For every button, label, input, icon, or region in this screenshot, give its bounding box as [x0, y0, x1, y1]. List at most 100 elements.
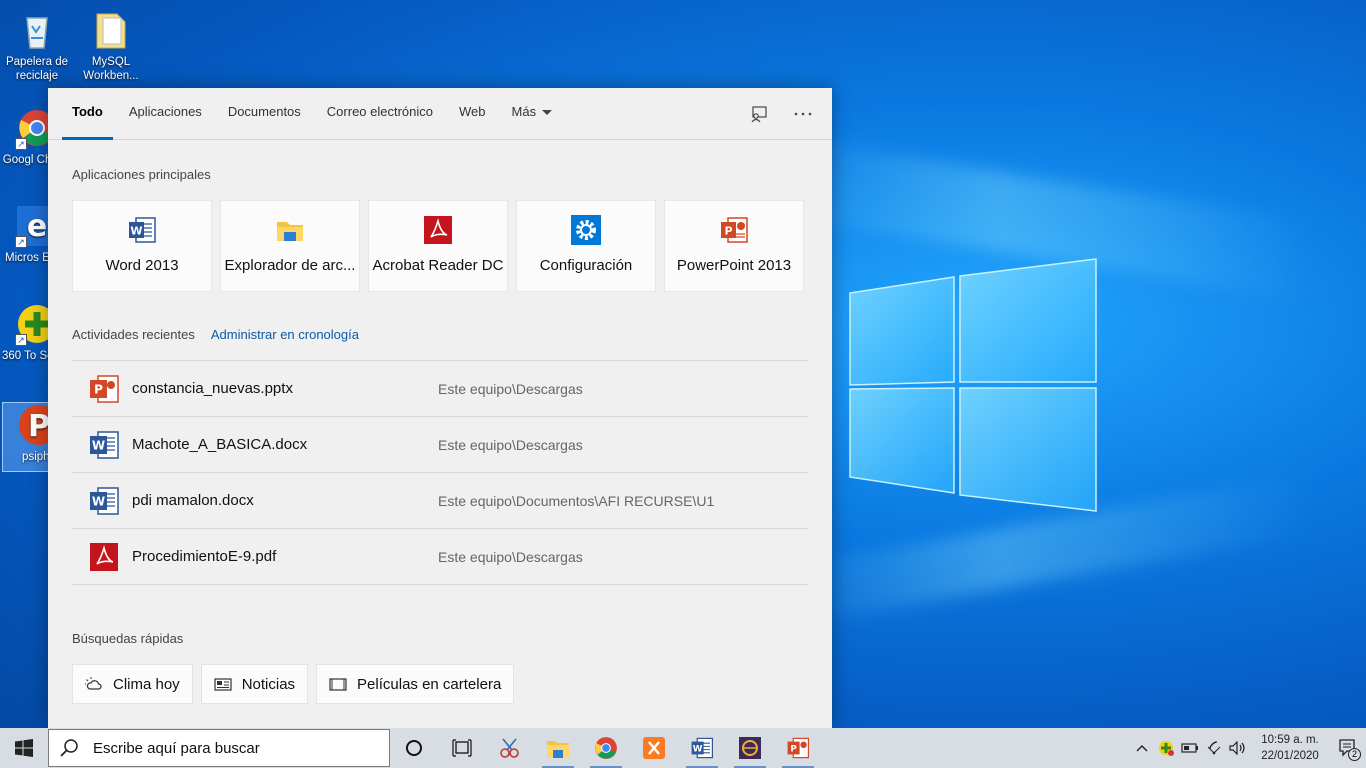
tab-documents[interactable]: Documentos [218, 87, 311, 139]
taskbar-file-explorer[interactable] [534, 728, 582, 768]
taskbar-app[interactable] [726, 728, 774, 768]
weather-icon [85, 677, 102, 690]
quick-searches-list: Clima hoy Noticias Películas en carteler… [72, 664, 515, 704]
app-name: Configuración [539, 257, 633, 274]
svg-text:P: P [790, 745, 797, 755]
svg-text:P: P [724, 225, 732, 238]
file-name: pdi mamalon.docx [132, 492, 254, 509]
taskbar-word[interactable]: W [678, 728, 726, 768]
more-options-button[interactable] [788, 100, 818, 128]
tab-all[interactable]: Todo [62, 87, 113, 140]
taskbar-chrome[interactable] [582, 728, 630, 768]
windows-logo-wallpaper [849, 258, 1097, 512]
taskbar-snipping-tool[interactable] [486, 728, 534, 768]
chevron-up-icon [1136, 745, 1148, 752]
file-path: Este equipo\Documentos\AFI RECURSE\U1 [438, 492, 715, 509]
shortcut-arrow-icon: ↗ [15, 236, 27, 248]
search-icon [60, 739, 78, 757]
file-explorer-icon [277, 222, 303, 241]
windows-start-icon [15, 739, 33, 757]
pdf-file-icon [90, 542, 118, 571]
file-path: Este equipo\Descargas [438, 436, 583, 453]
list-item[interactable]: ProcedimientoE-9.pdf Este equipo\Descarg… [72, 529, 808, 585]
search-placeholder: Escribe aquí para buscar [93, 739, 260, 757]
battery-button[interactable] [1178, 728, 1202, 768]
chip-label: Clima hoy [113, 675, 180, 693]
quick-search-movies[interactable]: Películas en cartelera [316, 664, 515, 704]
app-name: Acrobat Reader DC [372, 257, 504, 274]
svg-text:W: W [92, 494, 105, 508]
app-tile-file-explorer[interactable]: Explorador de arc... [220, 200, 360, 292]
taskbar: Escribe aquí para buscar W P 10:59 a. m.… [0, 728, 1366, 768]
tab-email[interactable]: Correo electrónico [317, 87, 443, 139]
top-apps-heading: Aplicaciones principales [72, 167, 211, 182]
cortana-icon [406, 740, 422, 756]
clock-time: 10:59 a. m. [1261, 734, 1319, 746]
wifi-button[interactable] [1202, 728, 1226, 768]
volume-button[interactable] [1226, 728, 1250, 768]
recent-activities-list: P constancia_nuevas.pptx Este equipo\Des… [72, 360, 808, 585]
word-file-icon: W [90, 430, 119, 459]
file-name: constancia_nuevas.pptx [132, 380, 293, 397]
app-tile-word[interactable]: W Word 2013 [72, 200, 212, 292]
file-explorer-icon [547, 741, 569, 758]
desktop-icon-recycle-bin[interactable]: Papelera de reciclaje [0, 8, 74, 83]
action-center-button[interactable]: 2 [1330, 728, 1366, 768]
chrome-icon [595, 737, 617, 759]
app-tile-settings[interactable]: Configuración [516, 200, 656, 292]
wifi-icon [1207, 741, 1221, 755]
list-item[interactable]: P constancia_nuevas.pptx Este equipo\Des… [72, 361, 808, 417]
tab-more-label: Más [511, 104, 537, 119]
quick-search-weather[interactable]: Clima hoy [72, 664, 193, 704]
tray-app-button[interactable] [1154, 728, 1178, 768]
powerpoint-icon: P [721, 217, 748, 243]
app-tile-powerpoint[interactable]: P PowerPoint 2013 [664, 200, 804, 292]
quick-search-news[interactable]: Noticias [200, 664, 309, 704]
chip-label: Películas en cartelera [357, 675, 502, 693]
svg-text:W: W [693, 745, 703, 755]
chip-label: Noticias [241, 675, 296, 693]
show-hidden-icons-button[interactable] [1130, 728, 1154, 768]
tab-web[interactable]: Web [449, 87, 496, 139]
taskbar-search-input[interactable]: Escribe aquí para buscar [48, 729, 390, 767]
app-name: Word 2013 [105, 257, 179, 274]
cortana-button[interactable] [390, 728, 438, 768]
taskbar-xampp[interactable] [630, 728, 678, 768]
start-button[interactable] [0, 728, 48, 768]
tab-apps[interactable]: Aplicaciones [119, 87, 212, 139]
word-icon: W [691, 737, 713, 759]
tab-more[interactable]: Más [502, 87, 563, 139]
recycle-bin-icon [15, 8, 59, 52]
search-scope-tabs: Todo Aplicaciones Documentos Correo elec… [48, 88, 832, 140]
snipping-icon [500, 738, 519, 758]
app-tile-acrobat[interactable]: Acrobat Reader DC [368, 200, 508, 292]
list-item[interactable]: W pdi mamalon.docx Este equipo\Documento… [72, 473, 808, 529]
top-apps-list: W Word 2013 Explorador de arc... Acrobat… [72, 200, 804, 292]
file-name: ProcedimientoE-9.pdf [132, 548, 277, 565]
movie-icon [329, 678, 347, 691]
word-file-icon: W [90, 486, 119, 515]
search-panel: Todo Aplicaciones Documentos Correo elec… [48, 88, 832, 728]
feedback-icon [751, 106, 767, 123]
svg-text:P: P [94, 382, 103, 396]
recent-activities-heading: Actividades recientes [72, 327, 195, 342]
svg-text:e: e [27, 209, 47, 244]
shortcut-arrow-icon: ↗ [15, 138, 27, 150]
clock[interactable]: 10:59 a. m. 22/01/2020 [1250, 732, 1330, 764]
feedback-button[interactable] [744, 100, 774, 128]
ellipsis-icon [794, 112, 812, 116]
chevron-down-icon [542, 110, 553, 116]
desktop-icon-mysql-workbench[interactable]: MySQL Workben... [74, 8, 148, 83]
powerpoint-icon: P [787, 737, 809, 759]
system-tray: 10:59 a. m. 22/01/2020 2 [1130, 728, 1366, 768]
battery-icon [1181, 743, 1198, 753]
list-item[interactable]: W Machote_A_BASICA.docx Este equipo\Desc… [72, 417, 808, 473]
xampp-icon [643, 737, 665, 759]
notification-count: 2 [1348, 748, 1361, 761]
desktop-icon-label: Papelera de reciclaje [5, 56, 69, 82]
task-view-button[interactable] [438, 728, 486, 768]
taskbar-powerpoint[interactable]: P [774, 728, 822, 768]
task-view-icon [452, 739, 472, 757]
word-icon: W [129, 217, 156, 243]
manage-timeline-link[interactable]: Administrar en cronología [211, 327, 359, 342]
